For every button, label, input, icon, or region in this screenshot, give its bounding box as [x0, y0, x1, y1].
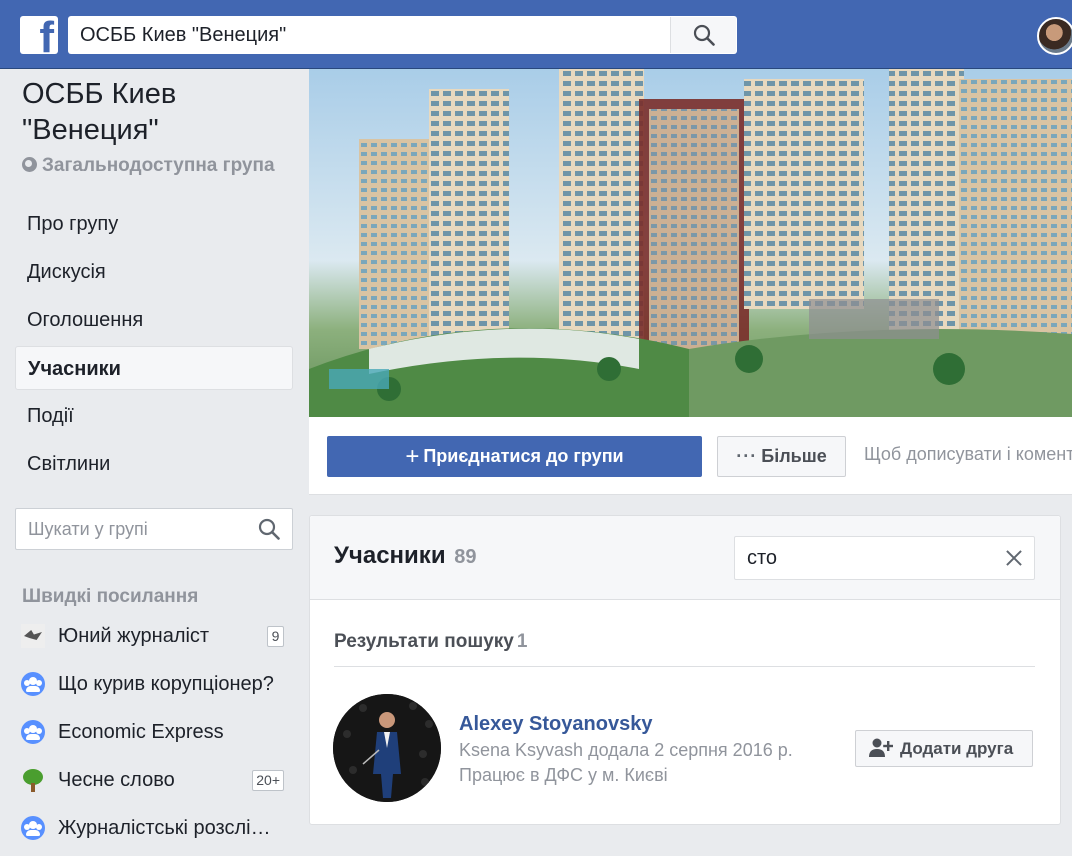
member-photo-image [333, 694, 441, 802]
nav-item-discussion[interactable]: Дискусія [15, 250, 293, 294]
quick-links-list: Юний журналіст 9 Що курив корупціонер? E… [20, 612, 290, 852]
group-action-bar: + Приєднатися до групи ··· Більше Щоб допи… [309, 417, 1072, 495]
group-icon [21, 672, 45, 696]
quick-link-item[interactable]: Що курив корупціонер? [20, 660, 290, 708]
profile-avatar[interactable] [1037, 17, 1072, 55]
group-icon [21, 720, 45, 744]
join-group-button[interactable]: + Приєднатися до групи [327, 436, 702, 477]
group-privacy: Загальнодоступна група [22, 155, 275, 177]
search-icon [693, 24, 715, 46]
join-hint-text: Щоб дописувати і комент [864, 444, 1072, 464]
unread-count-badge: 20+ [252, 770, 284, 791]
add-friend-button[interactable]: Додати друга [855, 730, 1033, 767]
member-search-input[interactable] [735, 537, 990, 579]
quick-link-item[interactable]: Economic Express [20, 708, 290, 756]
nav-item-members[interactable]: Учасники [15, 346, 293, 390]
tree-icon [21, 768, 45, 792]
nav-item-about[interactable]: Про групу [15, 202, 293, 246]
facebook-logo-icon[interactable]: f [20, 16, 58, 54]
quick-link-item[interactable]: Журналістські розслід… [20, 804, 290, 852]
cover-illustration [309, 69, 1072, 417]
search-icon[interactable] [258, 518, 280, 540]
top-bar: f [0, 0, 1072, 69]
global-search-button[interactable] [670, 17, 736, 53]
group-search-input[interactable] [16, 509, 246, 549]
group-cover-photo [309, 69, 1072, 417]
members-card: Учасники 89 Результати пошуку1 Alexey St… [309, 515, 1061, 825]
group-nav: Про групу Дискусія Оголошення Учасники П… [15, 202, 293, 490]
quick-link-item[interactable]: Юний журналіст 9 [20, 612, 290, 660]
members-title: Учасники 89 [334, 542, 477, 569]
unread-count-badge: 9 [267, 626, 284, 647]
member-avatar[interactable] [333, 694, 441, 802]
nav-item-photos[interactable]: Світлини [15, 442, 293, 486]
group-search [15, 508, 293, 550]
globe-icon [22, 157, 37, 172]
group-name: ОСББ Киев "Венеция" [22, 78, 177, 146]
global-search [68, 16, 737, 54]
bird-icon [21, 624, 45, 648]
member-search [734, 536, 1035, 580]
plus-icon: + [405, 443, 420, 470]
member-added-by: Ksena Ksyvash додала 2 серпня 2016 р. [459, 740, 793, 760]
member-name-link[interactable]: Alexey Stoyanovsky [459, 713, 652, 736]
search-results-count: 1 [516, 631, 528, 652]
members-header: Учасники 89 [310, 516, 1060, 600]
search-results-title: Результати пошуку 1 [334, 631, 528, 652]
nav-item-announcements[interactable]: Оголошення [15, 298, 293, 342]
add-friend-icon [869, 738, 893, 757]
close-icon[interactable] [1004, 548, 1024, 568]
more-button[interactable]: ··· Більше [717, 436, 846, 477]
global-search-input[interactable] [68, 16, 668, 54]
quick-link-item[interactable]: Чесне слово 20+ [20, 756, 290, 804]
group-icon [21, 816, 45, 840]
more-dots-icon: ··· [736, 446, 758, 466]
divider [334, 666, 1035, 667]
member-work: Працює в ДФС у м. Києві [459, 765, 668, 785]
members-count: 89 [454, 546, 477, 568]
group-privacy-label: Загальнодоступна група [42, 155, 275, 176]
nav-item-events[interactable]: Події [15, 394, 293, 438]
quick-links-title: Швидкі посилання [22, 586, 199, 607]
